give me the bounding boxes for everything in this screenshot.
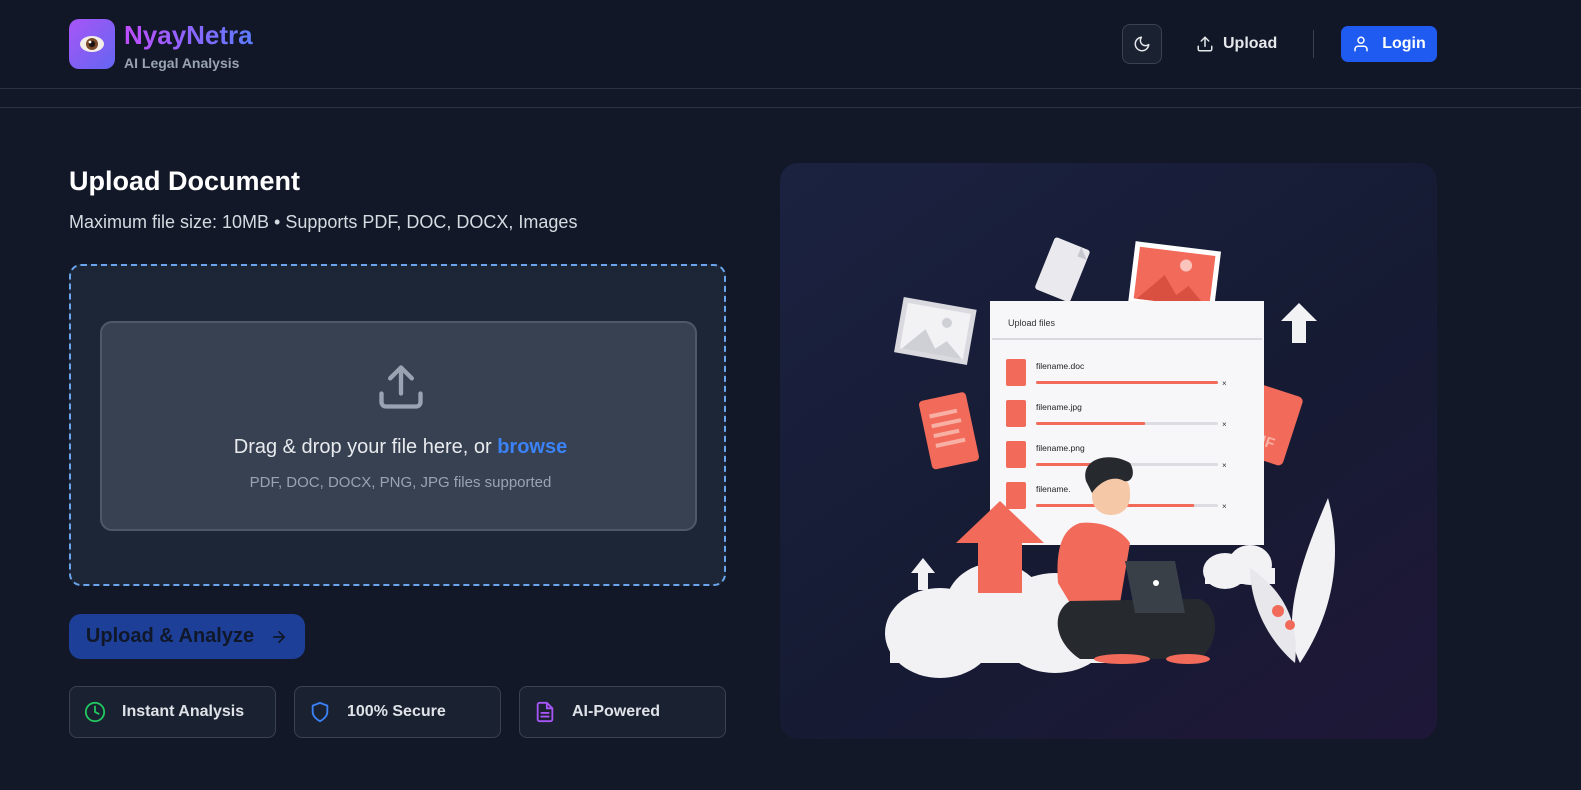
brand-name[interactable]: NyayNetra bbox=[124, 20, 253, 51]
upload-window-title: Upload files bbox=[1008, 318, 1056, 328]
file-icon bbox=[1006, 441, 1026, 468]
page-title: Upload Document bbox=[69, 166, 301, 196]
login-label: Login bbox=[1382, 35, 1426, 52]
feature-label: AI-Powered bbox=[572, 703, 661, 720]
moon-icon bbox=[1134, 36, 1150, 52]
file-name: filename.jpg bbox=[1036, 402, 1082, 412]
clock-icon bbox=[84, 701, 106, 723]
remove-file-icon: × bbox=[1222, 420, 1227, 429]
nav-divider bbox=[1313, 30, 1314, 58]
upload-nav-label: Upload bbox=[1223, 35, 1278, 52]
brand-tagline: AI Legal Analysis bbox=[124, 55, 240, 71]
feature-secure: 100% Secure bbox=[294, 686, 501, 738]
feature-label: 100% Secure bbox=[347, 703, 446, 720]
feature-label: Instant Analysis bbox=[122, 703, 245, 720]
dropzone-hint: PDF, DOC, DOCX, PNG, JPG files supported bbox=[249, 474, 552, 491]
eye-icon bbox=[80, 36, 104, 52]
user-icon bbox=[1354, 36, 1368, 52]
file-name: filename. bbox=[1036, 484, 1071, 494]
upload-files-window: Upload files filename.doc × filename.jpg × f… bbox=[990, 301, 1264, 545]
arrow-up-icon bbox=[911, 558, 935, 590]
page-subtitle: Maximum file size: 10MB • Supports PDF, … bbox=[69, 212, 578, 232]
file-icon bbox=[1006, 482, 1026, 509]
upload-analyze-label: Upload & Analyze bbox=[85, 625, 255, 647]
upload-icon bbox=[1197, 36, 1213, 52]
remove-file-icon: × bbox=[1222, 379, 1227, 388]
file-name: filename.png bbox=[1036, 443, 1085, 453]
arrow-right-icon bbox=[273, 630, 286, 643]
upload-files-illustration: GIF Upload files filename.doc×filename.j… bbox=[885, 237, 1335, 678]
file-icon bbox=[1006, 400, 1026, 427]
document-icon bbox=[536, 701, 554, 723]
browse-link[interactable]: browse bbox=[497, 436, 567, 458]
remove-file-icon: × bbox=[1222, 461, 1227, 470]
dropzone-prompt: Drag & drop your file here, or browse bbox=[102, 436, 699, 459]
file-name: filename.doc bbox=[1036, 361, 1085, 371]
theme-toggle-button[interactable] bbox=[1122, 24, 1162, 64]
file-dropzone[interactable]: Drag & drop your file here, or browse PD… bbox=[69, 264, 726, 586]
paper-document-icon bbox=[1035, 237, 1090, 302]
arrow-up-icon bbox=[1281, 303, 1317, 343]
laptop-icon bbox=[1125, 561, 1185, 613]
image-card-icon bbox=[894, 297, 977, 366]
upload-icon bbox=[379, 365, 423, 409]
upload-illustration-panel: GIF Upload files filename.doc×filename.j… bbox=[780, 163, 1437, 739]
progress-fill bbox=[1036, 381, 1218, 384]
header-sub-divider bbox=[0, 107, 1581, 108]
feature-instant-analysis: Instant Analysis bbox=[69, 686, 276, 738]
progress-fill bbox=[1036, 422, 1146, 425]
upload-analyze-button[interactable]: Upload & Analyze bbox=[69, 614, 305, 659]
dropzone-prompt-text: Drag & drop your file here, or bbox=[233, 436, 498, 458]
shield-icon bbox=[311, 701, 329, 723]
remove-file-icon: × bbox=[1222, 502, 1227, 511]
login-button[interactable]: Login bbox=[1341, 26, 1437, 62]
dropzone-inner[interactable]: Drag & drop your file here, or browse PD… bbox=[100, 321, 697, 531]
document-icon bbox=[918, 392, 979, 470]
feature-ai-powered: AI-Powered bbox=[519, 686, 726, 738]
top-navigation-bar: NyayNetra AI Legal Analysis Upload Login bbox=[0, 0, 1581, 89]
upload-nav-link[interactable]: Upload bbox=[1196, 31, 1277, 57]
logo[interactable] bbox=[69, 19, 115, 69]
file-icon bbox=[1006, 359, 1026, 386]
